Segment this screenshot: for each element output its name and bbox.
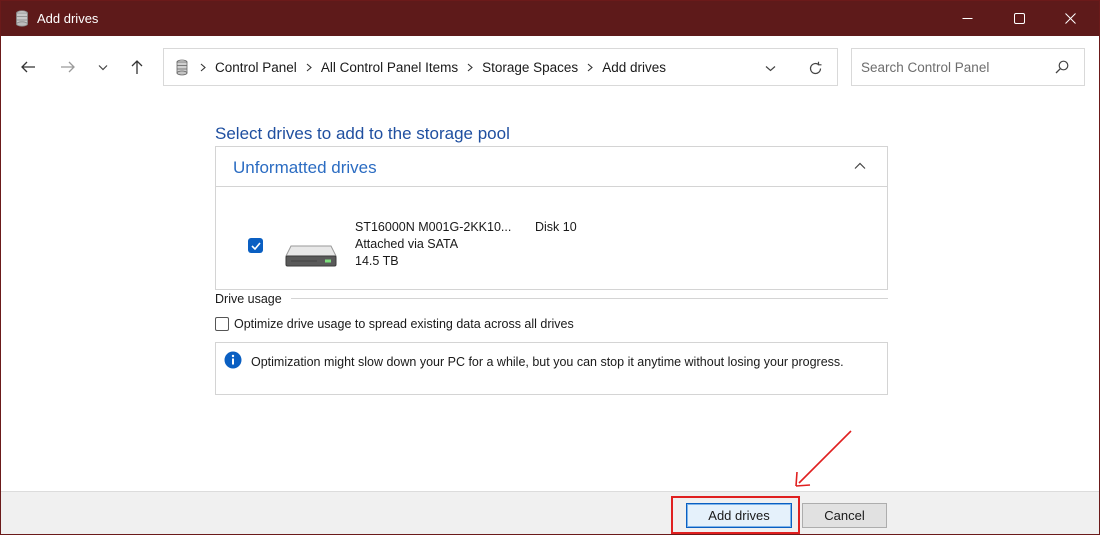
breadcrumb-all-items[interactable]: All Control Panel Items [321, 60, 458, 75]
chevron-down-icon [98, 64, 108, 70]
forward-button[interactable] [55, 53, 81, 81]
breadcrumb-separator-icon [467, 60, 473, 75]
search-input[interactable] [861, 58, 1051, 76]
drive-disk-number: Disk 10 [535, 220, 577, 234]
unformatted-drives-header[interactable]: Unformatted drives [216, 147, 887, 187]
footer-bar [1, 491, 1099, 534]
drive-size: 14.5 TB [355, 254, 399, 268]
info-message: Optimization might slow down your PC for… [215, 342, 888, 395]
checkmark-icon [250, 241, 261, 250]
breadcrumb-storage-spaces[interactable]: Storage Spaces [482, 60, 578, 75]
storage-spaces-icon [16, 10, 28, 27]
refresh-button[interactable] [804, 58, 826, 78]
optimize-checkbox-label: Optimize drive usage to spread existing … [234, 317, 574, 331]
forward-arrow-icon [61, 61, 75, 73]
info-icon [224, 351, 242, 369]
close-icon [1064, 13, 1076, 24]
breadcrumb-separator-icon [200, 60, 206, 75]
refresh-icon [809, 61, 821, 74]
up-button[interactable] [124, 53, 150, 81]
chevron-up-icon[interactable] [852, 159, 868, 173]
page-title: Select drives to add to the storage pool [215, 124, 510, 143]
cancel-button[interactable]: Cancel [802, 503, 887, 528]
breadcrumb-separator-icon [587, 60, 594, 75]
chevron-down-icon [765, 65, 775, 71]
search-box[interactable] [851, 48, 1085, 86]
address-history-button[interactable] [760, 60, 780, 76]
minimize-icon [962, 18, 972, 19]
optimize-checkbox-box[interactable] [215, 317, 229, 331]
recent-locations-button[interactable] [91, 53, 115, 81]
maximize-icon [1013, 13, 1025, 24]
optimize-checkbox[interactable]: Optimize drive usage to spread existing … [215, 317, 574, 331]
address-bar[interactable]: Control Panel All Control Panel Items St… [163, 48, 838, 86]
back-button[interactable] [15, 53, 41, 81]
title-bar: Add drives [1, 1, 1099, 36]
storage-spaces-icon [176, 59, 188, 76]
breadcrumb-control-panel[interactable]: Control Panel [215, 60, 297, 75]
info-message-text: Optimization might slow down your PC for… [251, 355, 844, 369]
add-drives-window: Add drives Control Panel All Control Pan… [0, 0, 1100, 535]
minimize-button[interactable] [944, 1, 990, 36]
unformatted-drives-group: Unformatted drives [215, 146, 888, 290]
breadcrumb-add-drives[interactable]: Add drives [602, 60, 666, 75]
section-divider [291, 298, 888, 299]
drive-connection: Attached via SATA [355, 237, 459, 251]
search-icon [1055, 60, 1069, 74]
breadcrumb: Control Panel All Control Panel Items St… [200, 60, 666, 75]
annotation-arrow-icon [795, 430, 852, 487]
annotation-highlight-box [671, 496, 800, 534]
up-arrow-icon [131, 60, 143, 74]
back-arrow-icon [21, 61, 35, 73]
drive-checkbox[interactable] [248, 238, 263, 253]
breadcrumb-separator-icon [306, 60, 312, 75]
hard-drive-icon [285, 245, 337, 267]
drive-name: ST16000N M001G-2KK10... [355, 220, 512, 234]
group-title: Unformatted drives [233, 158, 377, 177]
drive-usage-label: Drive usage [215, 292, 282, 306]
window-title: Add drives [37, 11, 99, 26]
maximize-button[interactable] [996, 1, 1042, 36]
close-button[interactable] [1047, 1, 1093, 36]
